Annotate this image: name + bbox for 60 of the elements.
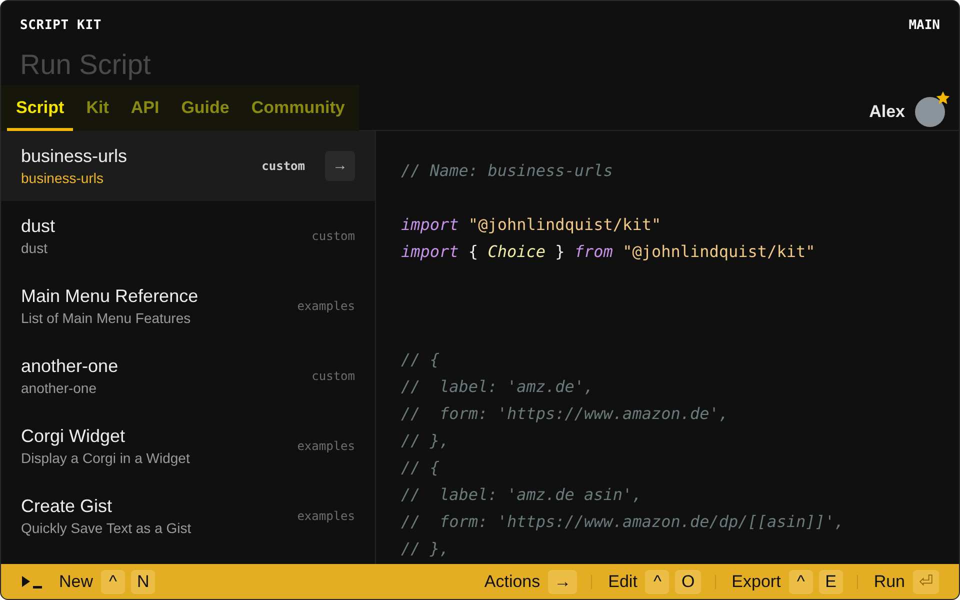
footer-action-button[interactable]: Edit [606,568,640,594]
script-tag: examples [297,507,355,525]
key-cap: O [675,570,701,594]
mode-label: MAIN [908,16,940,35]
script-name: dust [21,215,56,238]
search-input[interactable]: Run Script [20,45,940,85]
code-line: // }, [401,430,450,452]
code-line: // }, [401,538,450,560]
code-line: // label: 'amz.de asin', [401,484,643,506]
script-description: dust [21,239,48,258]
script-name: Corgi Widget [21,425,126,448]
code-line: // { [401,349,441,371]
app-title: SCRIPT KIT [20,16,102,35]
code-line: // Name: business-urls [401,160,614,182]
user-name: Alex [869,101,905,124]
tab[interactable]: API [122,94,168,131]
script-tag: custom [312,227,355,245]
code-line: // form: 'https://www.amazon.de', [401,403,730,425]
footer-action-button[interactable]: New [57,568,96,594]
script-description: Quickly Save Text as a Gist [21,519,192,538]
key-cap: E [818,570,843,594]
code-line: // label: 'amz.de', [401,376,595,398]
script-list-item[interactable]: Create Gist Quickly Save Text as a Gist examples [1,481,375,551]
run-button[interactable]: → [325,151,355,181]
script-description: another-one [21,379,98,398]
key-cap: ⏎ [913,570,939,594]
code-line: import { Choice } from "@johnlindquist/kit" [401,241,816,263]
script-tag: custom [312,367,355,385]
key-cap: ^ [645,570,670,594]
script-name: Create Gist [21,495,114,518]
footer-action-button[interactable]: Export [730,568,783,594]
script-name: another-one [21,355,118,378]
key-cap: N [131,570,156,594]
script-tag: custom [262,157,305,175]
script-tag: examples [297,437,355,455]
script-tag: examples [297,297,355,315]
script-name: Main Menu Reference [21,285,198,308]
script-list-item[interactable]: business-urls business-urls custom → [1,131,375,201]
code-line: import "@johnlindquist/kit" [401,214,662,236]
tab[interactable]: Community [242,94,354,131]
key-cap: ^ [788,570,813,594]
key-cap: ^ [101,570,126,594]
script-list-item[interactable]: dust dust custom [1,201,375,271]
code-line: // form: 'https://www.amazon.de/dp/[[asin]]', [401,511,846,533]
script-list-item[interactable]: another-one another-one custom [1,341,375,411]
terminal-icon [21,574,43,588]
script-description: List of Main Menu Features [21,309,192,328]
avatar[interactable] [915,97,945,127]
key-cap: → [548,570,578,594]
footer-action-button[interactable]: Actions [482,568,542,594]
script-list-item[interactable]: Corgi Widget Display a Corgi in a Widget examples [1,411,375,481]
tab[interactable]: Kit [77,94,118,131]
script-list-item[interactable]: Main Menu Reference List of Main Menu Features examples [1,271,375,341]
code-line: // { [401,457,441,479]
star-icon [935,90,951,106]
script-description: Display a Corgi in a Widget [21,449,190,468]
script-name: business-urls [21,145,128,168]
footer-action-button[interactable]: Run [872,568,907,594]
tab[interactable]: Guide [172,94,238,131]
script-description: business-urls [21,169,104,188]
